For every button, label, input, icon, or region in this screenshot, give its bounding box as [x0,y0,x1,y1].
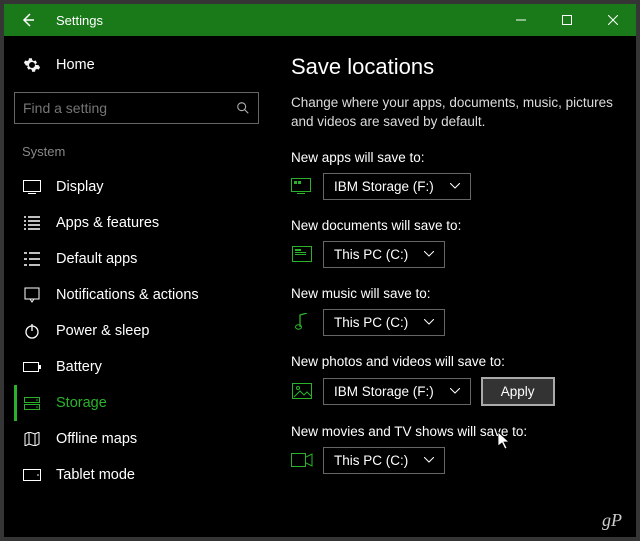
search-box[interactable] [14,92,259,124]
chevron-down-icon [450,183,460,189]
sidebar-item-defaultapps[interactable]: Default apps [14,241,259,277]
sidebar-item-maps[interactable]: Offline maps [14,421,259,457]
movies-save-icon [291,451,313,469]
documents-save-icon [291,245,313,263]
music-location-dropdown[interactable]: This PC (C:) [323,309,445,336]
apply-button[interactable]: Apply [481,377,555,406]
maximize-button[interactable] [544,4,590,36]
setting-movies: New movies and TV shows will save to: Th… [291,424,620,474]
nav-label: Tablet mode [56,467,135,483]
photos-location-dropdown[interactable]: IBM Storage (F:) [323,378,471,405]
nav-label: Notifications & actions [56,287,199,303]
window-controls [498,4,636,36]
nav-label: Power & sleep [56,323,150,339]
photos-save-icon [291,382,313,400]
list-icon [22,216,42,230]
dropdown-value: IBM Storage (F:) [334,384,434,399]
section-label: System [14,140,259,163]
page-description: Change where your apps, documents, music… [291,94,620,132]
setting-label: New photos and videos will save to: [291,354,620,369]
gear-icon [22,56,42,74]
sidebar-item-tablet[interactable]: Tablet mode [14,457,259,493]
dropdown-value: This PC (C:) [334,315,408,330]
dropdown-value: This PC (C:) [334,247,408,262]
dropdown-value: IBM Storage (F:) [334,179,434,194]
back-button[interactable] [4,4,52,36]
battery-icon [22,362,42,372]
apps-save-icon [291,177,313,195]
defaults-icon [22,252,42,266]
chevron-down-icon [424,319,434,325]
sidebar-item-apps[interactable]: Apps & features [14,205,259,241]
nav-label: Offline maps [56,431,137,447]
display-icon [22,180,42,194]
chevron-down-icon [424,457,434,463]
close-button[interactable] [590,4,636,36]
window-title: Settings [56,13,103,28]
page-title: Save locations [291,54,620,80]
setting-label: New documents will save to: [291,218,620,233]
sidebar: Home System Display Apps & features Defa… [4,36,269,537]
setting-music: New music will save to: This PC (C:) [291,286,620,336]
search-icon [236,101,250,115]
power-icon [22,323,42,339]
watermark: gP [602,510,622,531]
notification-icon [22,287,42,303]
music-save-icon [291,313,313,331]
setting-label: New movies and TV shows will save to: [291,424,620,439]
home-label: Home [56,57,95,73]
sidebar-item-power[interactable]: Power & sleep [14,313,259,349]
setting-apps: New apps will save to: IBM Storage (F:) [291,150,620,200]
movies-location-dropdown[interactable]: This PC (C:) [323,447,445,474]
home-nav[interactable]: Home [14,50,259,80]
settings-window: Settings Home System Display [4,4,636,537]
minimize-button[interactable] [498,4,544,36]
sidebar-item-battery[interactable]: Battery [14,349,259,385]
setting-documents: New documents will save to: This PC (C:) [291,218,620,268]
map-icon [22,432,42,446]
nav-label: Storage [56,395,107,411]
nav-label: Default apps [56,251,137,267]
chevron-down-icon [424,251,434,257]
storage-icon [22,397,42,410]
documents-location-dropdown[interactable]: This PC (C:) [323,241,445,268]
sidebar-item-storage[interactable]: Storage [14,385,259,421]
setting-label: New apps will save to: [291,150,620,165]
apps-location-dropdown[interactable]: IBM Storage (F:) [323,173,471,200]
search-input[interactable] [23,100,236,116]
setting-photos: New photos and videos will save to: IBM … [291,354,620,406]
nav-label: Display [56,179,104,195]
chevron-down-icon [450,388,460,394]
setting-label: New music will save to: [291,286,620,301]
titlebar: Settings [4,4,636,36]
nav-label: Battery [56,359,102,375]
nav-label: Apps & features [56,215,159,231]
sidebar-item-notifications[interactable]: Notifications & actions [14,277,259,313]
sidebar-item-display[interactable]: Display [14,169,259,205]
content-pane: Save locations Change where your apps, d… [269,36,636,537]
tablet-icon [22,469,42,481]
dropdown-value: This PC (C:) [334,453,408,468]
